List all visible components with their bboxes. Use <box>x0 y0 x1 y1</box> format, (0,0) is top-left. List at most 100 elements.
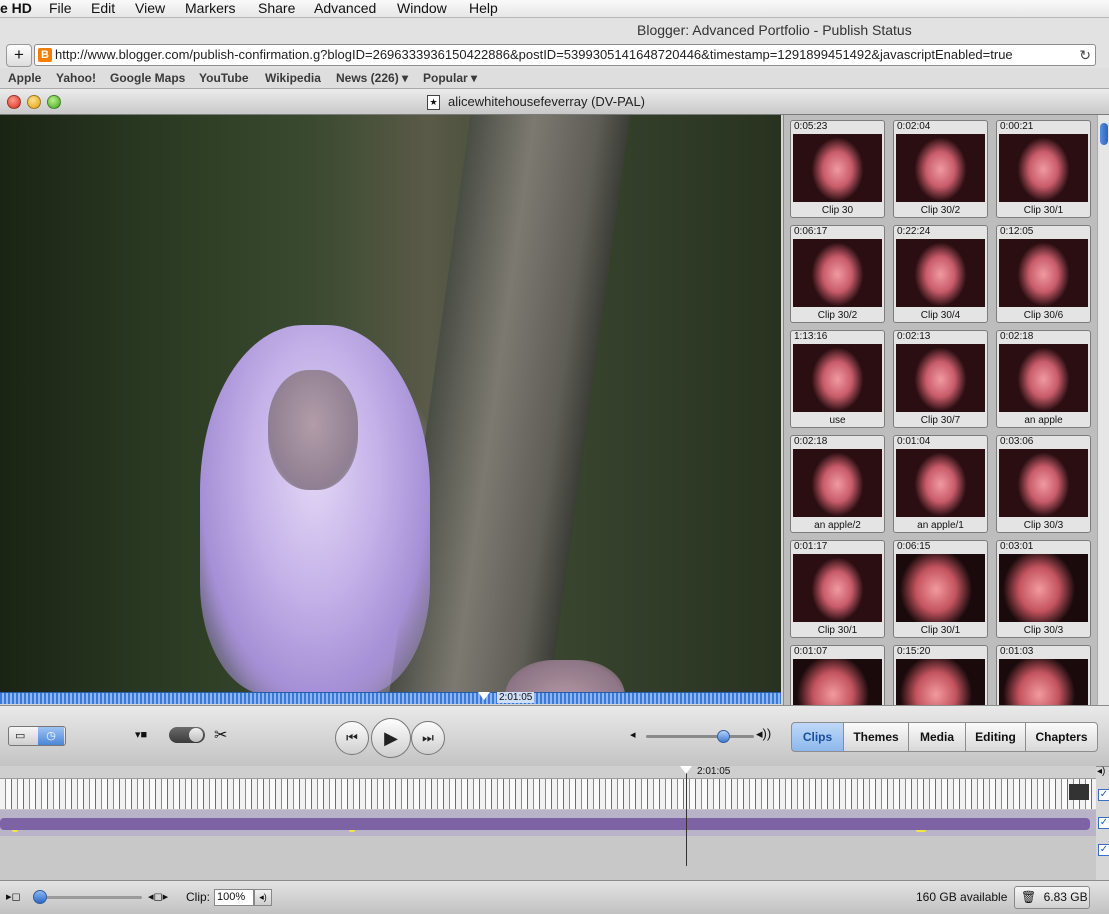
menu-share[interactable]: Share <box>258 0 295 16</box>
close-button[interactable] <box>7 95 21 109</box>
clip-thumbnail[interactable]: 0:05:23 Clip 30 <box>790 120 885 218</box>
clip-preview-image <box>896 659 985 705</box>
clip-preview-image <box>999 344 1088 412</box>
timeline-playhead-icon[interactable] <box>680 766 692 774</box>
bookmark-news[interactable]: News (226) ▾ <box>336 71 408 85</box>
clips-pane: 0:05:23 Clip 30 0:02:04 Clip 30/2 0:00:21 Cli… <box>783 115 1097 705</box>
clip-volume-icon[interactable]: ◂) <box>254 889 272 906</box>
video-track-checkbox[interactable]: ✓ <box>1098 789 1109 801</box>
audio-track-2-checkbox[interactable]: ✓ <box>1098 844 1109 856</box>
zoom-knob[interactable] <box>33 890 47 904</box>
timeline-playhead[interactable] <box>686 766 687 866</box>
zoom-in-icon[interactable]: ◂◻▸ <box>148 890 168 903</box>
clip-thumbnail[interactable]: 0:01:03 <box>996 645 1091 705</box>
menu-file[interactable]: File <box>49 0 72 16</box>
clip-preview-image <box>896 554 985 622</box>
volume-high-icon: ◂)) <box>756 726 772 741</box>
menu-view[interactable]: View <box>135 0 165 16</box>
tab-clips[interactable]: Clips <box>791 722 844 752</box>
menu-edit[interactable]: Edit <box>91 0 115 16</box>
timeline[interactable]: 2:01:05 <box>0 766 1096 880</box>
clip-thumbnail[interactable]: 0:15:20 <box>893 645 988 705</box>
clip-thumbnail[interactable]: 0:02:13 Clip 30/7 <box>893 330 988 428</box>
url-text[interactable]: http://www.blogger.com/publish-confirmat… <box>55 47 1013 62</box>
clip-thumbnail[interactable]: 0:06:15 Clip 30/1 <box>893 540 988 638</box>
rewind-icon: ⏮ <box>346 730 358 745</box>
menu-advanced[interactable]: Advanced <box>314 0 376 16</box>
browser-title: Blogger: Advanced Portfolio - Publish St… <box>637 22 912 38</box>
clip-thumbnail[interactable]: 0:06:17 Clip 30/2 <box>790 225 885 323</box>
audio-track-checkbox[interactable]: ✓ <box>1098 817 1109 829</box>
bookmark-wikipedia[interactable]: Wikipedia <box>265 71 321 85</box>
rewind-button[interactable]: ⏮ <box>335 721 369 755</box>
scrollbar-thumb[interactable] <box>1100 123 1108 145</box>
bookmark-popular[interactable]: Popular ▾ <box>423 71 477 85</box>
tab-chapters[interactable]: Chapters <box>1025 722 1098 752</box>
clip-thumbnail[interactable]: 0:01:17 Clip 30/1 <box>790 540 885 638</box>
clip-preview-image <box>999 554 1088 622</box>
camera-mode-icon[interactable]: ▾■ <box>135 728 147 741</box>
scissors-icon[interactable]: ✂ <box>214 725 227 745</box>
add-bookmark-button[interactable]: + <box>6 44 32 67</box>
tab-themes[interactable]: Themes <box>843 722 909 752</box>
video-track[interactable] <box>0 779 1096 809</box>
clip-view-icon[interactable]: ▭ <box>15 729 25 742</box>
volume-slider[interactable] <box>646 730 754 743</box>
clip-thumbnail[interactable]: 0:03:01 Clip 30/3 <box>996 540 1091 638</box>
tab-editing[interactable]: Editing <box>965 722 1026 752</box>
bookmark-apple[interactable]: Apple <box>8 71 41 85</box>
clip-volume-field[interactable]: 100% <box>214 889 254 906</box>
volume-knob[interactable] <box>717 730 730 743</box>
video-monitor[interactable] <box>0 115 781 692</box>
app-menu[interactable]: e HD <box>0 0 32 16</box>
menu-markers[interactable]: Markers <box>185 0 236 16</box>
time-view-icon[interactable]: ◷ <box>38 727 64 745</box>
tab-media[interactable]: Media <box>908 722 966 752</box>
bookmark-youtube[interactable]: YouTube <box>199 71 249 85</box>
browser-titlebar: Blogger: Advanced Portfolio - Publish St… <box>0 18 1109 40</box>
clip-thumbnail[interactable]: 0:22:24 Clip 30/4 <box>893 225 988 323</box>
clip-thumbnail[interactable]: 0:01:07 <box>790 645 885 705</box>
address-bar[interactable]: B http://www.blogger.com/publish-confirm… <box>34 44 1096 66</box>
clips-scrollbar[interactable] <box>1097 115 1109 705</box>
clip-duration: 0:06:17 <box>794 226 828 237</box>
timeline-ruler[interactable] <box>0 766 1096 779</box>
window-title: alicewhitehousefeverray (DV-PAL) <box>448 94 646 109</box>
clip-thumbnail[interactable]: 0:01:04 an apple/1 <box>893 435 988 533</box>
clip-thumbnail[interactable]: 0:00:21 Clip 30/1 <box>996 120 1091 218</box>
clip-preview-image <box>793 554 882 622</box>
speaker-icon: ◂) <box>1097 766 1106 777</box>
playhead-timecode: 2:01:05 <box>497 692 535 703</box>
bookmark-yahoo[interactable]: Yahoo! <box>56 71 96 85</box>
trash-button[interactable]: 🗑 6.83 GB <box>1014 886 1090 909</box>
view-toggle[interactable]: ▭ ◷ <box>8 726 66 746</box>
clip-thumbnail[interactable]: 0:02:18 an apple/2 <box>790 435 885 533</box>
clip-thumbnail[interactable]: 0:12:05 Clip 30/6 <box>996 225 1091 323</box>
scrubber-bar[interactable] <box>0 692 781 704</box>
clip-name: Clip 30/1 <box>1023 205 1064 216</box>
clip-thumbnail[interactable]: 0:02:18 an apple <box>996 330 1091 428</box>
mode-switch-knob[interactable] <box>189 728 203 742</box>
playhead-marker-icon[interactable] <box>478 692 490 700</box>
zoom-out-icon[interactable]: ▸◻ <box>6 890 21 903</box>
play-button[interactable]: ▶ <box>371 718 411 758</box>
blogger-favicon-icon: B <box>38 48 52 62</box>
zoom-slider[interactable] <box>34 896 142 899</box>
volume-low-icon: ◂ <box>630 729 636 741</box>
menu-window[interactable]: Window <box>397 0 447 16</box>
clip-name: Clip 30/1 <box>920 625 961 636</box>
clip-duration: 0:03:01 <box>1000 541 1034 552</box>
control-bar: ▭ ◷ ▾■ ✂ ⏮ ▶ ⏭ ◂ ◂)) Clips Themes Media … <box>0 705 1109 767</box>
mode-switch[interactable] <box>169 727 205 743</box>
clip-thumbnail[interactable]: 1:13:16 use <box>790 330 885 428</box>
clip-thumbnail[interactable]: 0:03:06 Clip 30/3 <box>996 435 1091 533</box>
zoom-button[interactable] <box>47 95 61 109</box>
clip-duration: 1:13:16 <box>794 331 828 342</box>
fullscreen-play-button[interactable]: ⏭ <box>411 721 445 755</box>
reload-icon[interactable]: ↻ <box>1073 47 1091 64</box>
menu-help[interactable]: Help <box>469 0 498 16</box>
clip-preview-image <box>999 239 1088 307</box>
minimize-button[interactable] <box>27 95 41 109</box>
bookmark-google-maps[interactable]: Google Maps <box>110 71 185 85</box>
clip-thumbnail[interactable]: 0:02:04 Clip 30/2 <box>893 120 988 218</box>
